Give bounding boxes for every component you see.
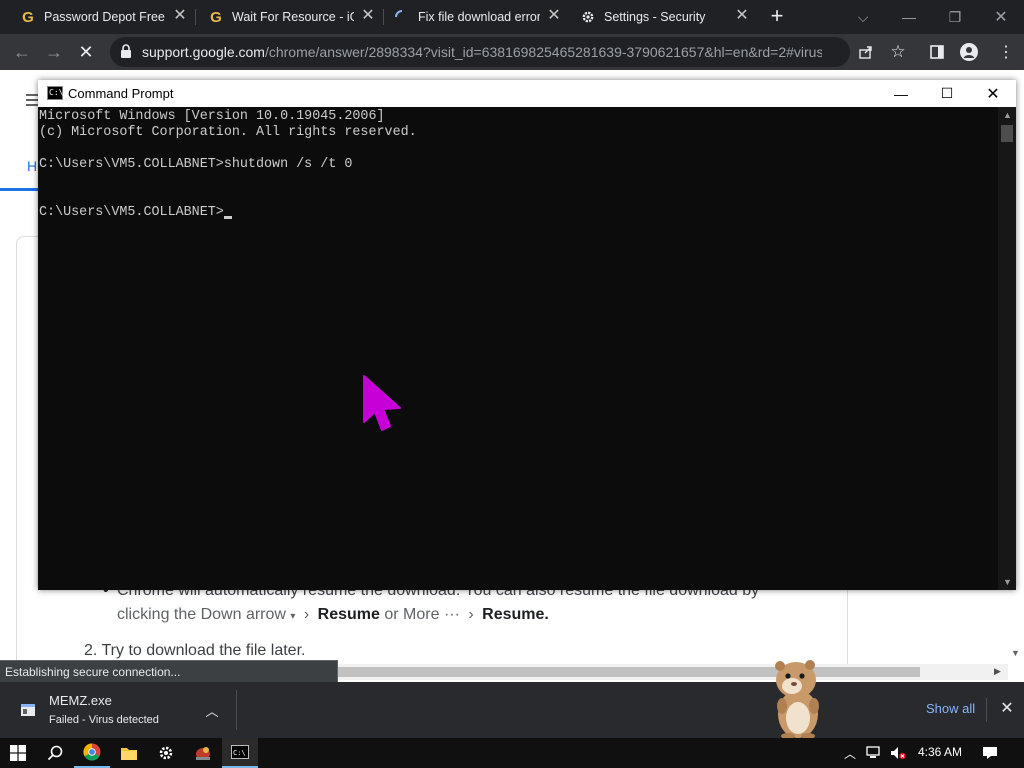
bookmark-star-icon[interactable]: ☆ xyxy=(888,42,908,62)
tab-title: Wait For Resource - iGr xyxy=(232,10,354,24)
active-tab-indicator xyxy=(0,188,38,191)
horizontal-scroll-thumb[interactable] xyxy=(338,667,920,677)
share-icon[interactable] xyxy=(856,42,876,62)
cmd-command-line: C:\Users\VM5.COLLABNET>shutdown /s /t 0 xyxy=(39,157,353,172)
cmd-maximize-icon[interactable]: ☐ xyxy=(924,80,970,107)
cmd-minimize-icon[interactable]: — xyxy=(878,80,924,107)
cmd-console[interactable]: Microsoft Windows [Version 10.0.19045.20… xyxy=(38,107,998,590)
download-status: Failed - Virus detected xyxy=(49,714,159,726)
profile-icon[interactable] xyxy=(959,42,979,62)
close-window-icon[interactable]: ✕ xyxy=(978,0,1024,34)
address-bar[interactable]: support.google.com/chrome/answer/2898334… xyxy=(110,37,850,67)
shelf-divider xyxy=(986,698,987,722)
taskbar-clock[interactable]: 4:36 AM xyxy=(918,745,962,759)
shelf-divider xyxy=(236,690,237,730)
new-tab-button[interactable]: + xyxy=(766,5,788,28)
resume-instruction-line2: clicking the Down arrow ▾ › Resume or Mo… xyxy=(117,606,549,624)
volume-muted-icon[interactable] xyxy=(890,745,906,761)
memz-app-icon[interactable] xyxy=(185,738,221,768)
network-icon[interactable] xyxy=(866,745,882,761)
cmd-title-bar[interactable]: C:\ Command Prompt — ☐ ✕ xyxy=(38,80,1016,107)
close-icon[interactable]: ✕ xyxy=(546,8,562,24)
g-favicon-icon: G xyxy=(22,8,34,26)
settings-gear-icon[interactable] xyxy=(148,738,184,768)
loading-icon xyxy=(394,9,410,25)
page-scroll-down-icon[interactable]: ▼ xyxy=(1011,648,1020,658)
search-icon[interactable] xyxy=(37,738,73,768)
cmd-scrollbar[interactable]: ▲ ▼ xyxy=(998,107,1016,590)
cmd-scroll-thumb[interactable] xyxy=(1001,125,1013,142)
cmd-output-line: (c) Microsoft Corporation. All rights re… xyxy=(39,125,417,140)
url-path: /chrome/answer/2898334?visit_id=63816982… xyxy=(264,44,822,60)
hamster-image xyxy=(775,660,819,739)
tab-settings-security[interactable]: Settings - Security ✕ xyxy=(570,0,756,34)
g-favicon-icon: G xyxy=(210,8,222,26)
chevron-right-icon: › xyxy=(303,606,310,623)
side-panel-icon[interactable] xyxy=(927,42,947,62)
cmd-output-line: Microsoft Windows [Version 10.0.19045.20… xyxy=(39,109,385,124)
more-menu-icon[interactable]: ⋮ xyxy=(996,42,1016,62)
url-text: support.google.com/chrome/answer/2898334… xyxy=(142,44,822,60)
back-icon[interactable]: ← xyxy=(8,38,36,66)
resume-label: Resume xyxy=(317,606,380,623)
download-filename[interactable]: MEMZ.exe xyxy=(49,693,112,708)
command-prompt-taskbar-icon[interactable]: C:\ xyxy=(222,738,258,768)
scroll-down-icon[interactable]: ▼ xyxy=(1003,577,1012,587)
forward-icon[interactable]: → xyxy=(40,38,68,66)
chevron-right-icon: › xyxy=(468,606,474,623)
page-horizontal-scrollbar[interactable]: ▶ xyxy=(338,664,1008,680)
chrome-taskbar-icon[interactable] xyxy=(74,738,110,768)
lock-icon[interactable] xyxy=(120,44,132,64)
show-all-button[interactable]: Show all xyxy=(926,701,975,716)
cmd-close-icon[interactable]: ✕ xyxy=(970,80,1016,107)
tab-title: Password Depot Free D xyxy=(44,10,166,24)
chevron-up-icon[interactable]: ︿ xyxy=(202,700,222,720)
browser-tab-strip: G Password Depot Free D ✕ G Wait For Res… xyxy=(0,0,1024,34)
tab-title: Settings - Security xyxy=(604,10,706,24)
scroll-right-icon[interactable]: ▶ xyxy=(994,666,1001,677)
loading-status-bubble: Establishing secure connection... xyxy=(0,660,338,682)
notifications-icon[interactable] xyxy=(982,745,998,761)
windows-taskbar: C:\ ︿ 4:36 AM xyxy=(0,738,1024,768)
step-2-text: 2. Try to download the file later. xyxy=(84,642,306,659)
browser-toolbar: ← → ✕ support.google.com/chrome/answer/2… xyxy=(0,34,1024,70)
or-more-text: or More xyxy=(384,606,440,623)
resume-label-2: Resume. xyxy=(482,606,549,623)
download-shelf: MEMZ.exe Failed - Virus detected ︿ Show … xyxy=(0,682,1024,738)
url-host: support.google.com xyxy=(142,44,265,60)
down-arrow-icon: ▾ xyxy=(290,611,296,622)
stop-loading-icon[interactable]: ✕ xyxy=(72,38,100,66)
more-dots-icon: ··· xyxy=(443,606,460,623)
hidden-icons-chevron-icon[interactable]: ︿ xyxy=(842,745,858,761)
tab-password-depot[interactable]: G Password Depot Free D ✕ xyxy=(0,0,194,34)
gear-icon xyxy=(580,9,596,25)
close-shelf-icon[interactable]: ✕ xyxy=(997,698,1017,718)
close-icon[interactable]: ✕ xyxy=(734,8,750,24)
restore-icon[interactable]: ❐ xyxy=(932,0,978,34)
resume-instruction-text: clicking the Down arrow xyxy=(117,606,286,623)
cmd-window-title: Command Prompt xyxy=(68,86,174,101)
tab-search-chevron-icon[interactable]: ⌵ xyxy=(840,0,886,34)
close-icon[interactable]: ✕ xyxy=(360,8,376,24)
scroll-up-icon[interactable]: ▲ xyxy=(1003,110,1012,120)
cmd-prompt-line: C:\Users\VM5.COLLABNET> xyxy=(39,205,224,220)
text-cursor xyxy=(224,216,232,219)
mouse-pointer-icon xyxy=(363,375,401,431)
file-explorer-icon[interactable] xyxy=(111,738,147,768)
tab-fix-file-download-errors[interactable]: Fix file download errors ✕ xyxy=(384,0,568,34)
windows-start-icon[interactable] xyxy=(0,738,36,768)
tab-wait-for-resource[interactable]: G Wait For Resource - iGr ✕ xyxy=(196,0,382,34)
file-icon xyxy=(21,704,35,716)
minimize-icon[interactable]: — xyxy=(886,0,932,34)
cmd-app-icon: C:\ xyxy=(47,86,63,100)
svg-text:C:\: C:\ xyxy=(233,749,246,757)
tab-title: Fix file download errors xyxy=(418,10,540,24)
close-icon[interactable]: ✕ xyxy=(172,8,188,24)
command-prompt-window[interactable]: C:\ Command Prompt — ☐ ✕ Microsoft Windo… xyxy=(38,80,1016,590)
